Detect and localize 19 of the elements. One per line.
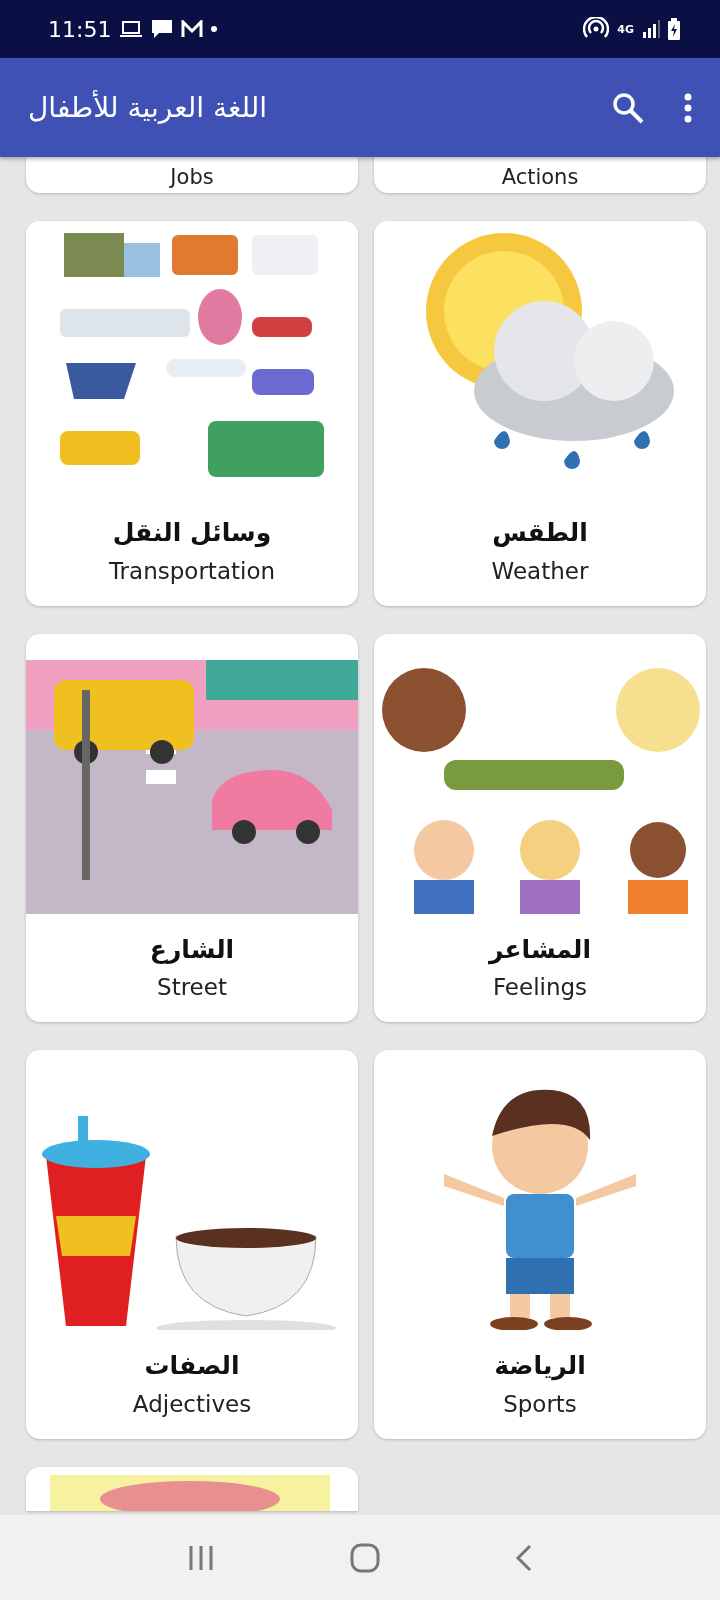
app-title: اللغة العربية للأطفال [28,91,267,124]
category-card[interactable]: Jobs [26,157,358,193]
arabic-category-label: المشاعر [487,933,593,966]
category-label: Street [156,973,228,1002]
category-label: Actions [501,165,579,191]
category-label: Adjectives [131,1389,253,1419]
arabic-category-label: الرياضة [493,1350,587,1383]
clock-time: 11:51 [48,16,112,42]
category-label: Sports [502,1389,578,1419]
arabic-category-label: الصفات [143,1350,241,1382]
category-label: Weather [490,556,590,586]
network-label: 4G [617,23,634,35]
arabic-category-label: وسائل النقل [111,517,273,549]
arabic-category-label: الطقس [491,517,589,549]
category-label: Transportation [107,556,277,586]
category-label: Feelings [491,973,589,1002]
category-card[interactable]: Actions [374,157,706,193]
arabic-category-label: الشارع [148,933,236,966]
category-label: Jobs [170,165,214,191]
